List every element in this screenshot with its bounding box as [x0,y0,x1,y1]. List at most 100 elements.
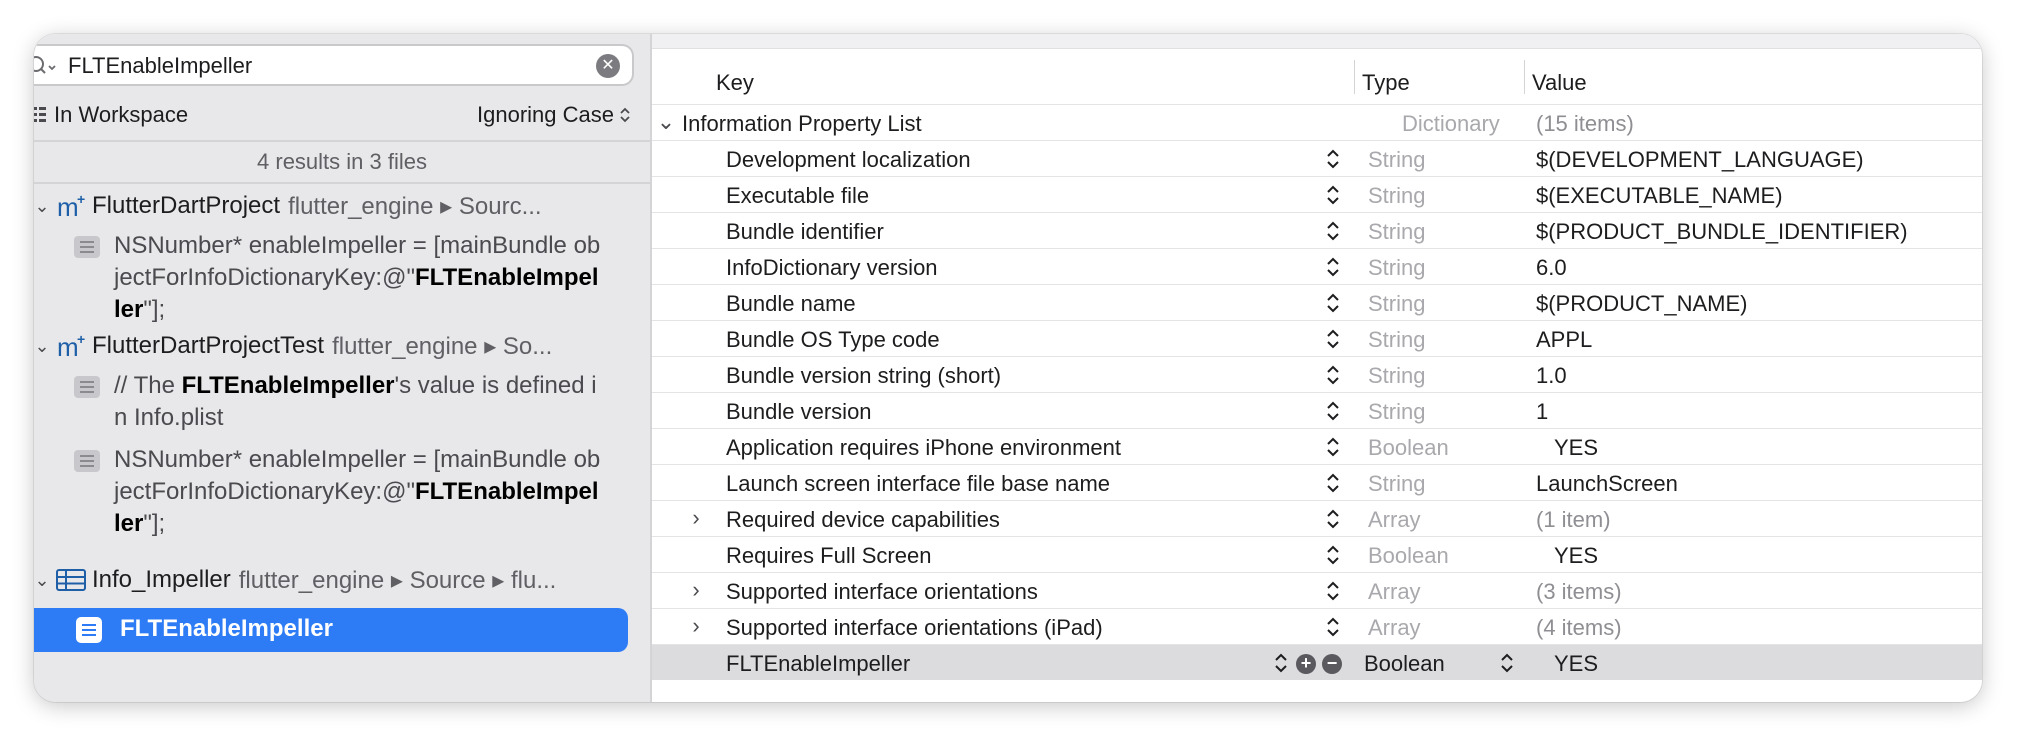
plist-row[interactable]: › Supported interface orientations (iPad… [652,608,1982,644]
updown-chevron-icon[interactable] [1326,578,1340,604]
disclosure-collapsed-icon[interactable]: › [686,577,706,603]
plist-value[interactable]: $(EXECUTABLE_NAME) [1536,183,1783,209]
results-summary: 4 results in 3 files [257,149,427,174]
plist-row[interactable]: Bundle version string (short) String 1.0 [652,356,1982,392]
plist-value[interactable]: 6.0 [1536,255,1567,281]
svg-text:+: + [77,332,85,347]
plist-type: String [1368,399,1426,424]
disclosure-expanded-icon[interactable]: ⌄ [656,109,676,135]
scope-selector[interactable]: In Workspace [34,102,188,128]
remove-row-icon[interactable]: − [1322,654,1342,674]
result-file-row[interactable]: ⌄ m + FlutterDartProject flutter_engine ▸… [34,188,640,224]
updown-chevron-icon [620,107,630,123]
svg-text:m: m [57,192,79,220]
plist-type: String [1368,219,1426,244]
search-options-icon[interactable] [34,53,58,79]
updown-chevron-icon[interactable] [1326,470,1340,496]
disclosure-expanded-icon[interactable]: ⌄ [34,336,50,357]
updown-chevron-icon[interactable] [1326,542,1340,568]
updown-chevron-icon[interactable] [1326,434,1340,460]
plist-value[interactable]: APPL [1536,327,1592,353]
plist-row[interactable]: › Required device capabilities Array (1 … [652,500,1982,536]
plist-key[interactable]: FLTEnableImpeller [726,651,910,677]
plist-row[interactable]: › Supported interface orientations Array… [652,572,1982,608]
search-scope-bar: In Workspace Ignoring Case [34,96,640,136]
plist-key: Application requires iPhone environment [726,435,1122,460]
search-input[interactable] [66,51,570,81]
updown-chevron-icon[interactable] [1326,614,1340,640]
plist-key: Launch screen interface file base name [726,471,1111,496]
selected-result-row[interactable]: FLTEnableImpeller [34,608,628,652]
column-header-type[interactable]: Type [1362,70,1410,96]
updown-chevron-icon[interactable] [1274,650,1288,676]
plist-value[interactable]: $(DEVELOPMENT_LANGUAGE) [1536,147,1864,173]
updown-chevron-icon[interactable] [1326,218,1340,244]
plist-row[interactable]: Bundle OS Type code String APPL [652,320,1982,356]
column-divider[interactable] [1354,60,1355,94]
disclosure-collapsed-icon[interactable]: › [686,613,706,639]
updown-chevron-icon[interactable] [1500,650,1514,676]
plist-row[interactable]: InfoDictionary version String 6.0 [652,248,1982,284]
plist-type: Array [1368,579,1421,604]
plist-row[interactable]: Launch screen interface file base name S… [652,464,1982,500]
plist-key: Bundle version string (short) [726,363,1002,388]
column-header-key[interactable]: Key [716,70,754,96]
plist-value[interactable]: 1 [1536,399,1548,425]
plist-type[interactable]: Boolean [1364,651,1445,677]
plist-row[interactable]: Bundle name String $(PRODUCT_NAME) [652,284,1982,320]
plist-header-row: Key Type Value [652,60,1982,104]
updown-chevron-icon[interactable] [1326,182,1340,208]
plist-value[interactable]: $(PRODUCT_BUNDLE_IDENTIFIER) [1536,219,1908,245]
result-match-row[interactable]: // The FLTEnableImpeller's value is defi… [74,370,640,434]
updown-chevron-icon[interactable] [1326,362,1340,388]
editor-top-strip [652,34,1982,49]
divider [34,182,650,184]
plist-type: String [1368,471,1426,496]
case-matching-selector[interactable]: Ignoring Case [477,102,630,128]
disclosure-expanded-icon[interactable]: ⌄ [34,196,50,217]
plist-type: Boolean [1368,543,1449,568]
plist-value[interactable]: LaunchScreen [1536,471,1678,497]
result-match-row[interactable]: NSNumber* enableImpeller = [mainBundle o… [74,230,640,326]
disclosure-expanded-icon[interactable]: ⌄ [34,570,50,591]
plist-row[interactable]: Bundle version String 1 [652,392,1982,428]
plist-key: Supported interface orientations (iPad) [726,615,1103,640]
plist-row[interactable]: Executable file String $(EXECUTABLE_NAME… [652,176,1982,212]
plist-row[interactable]: Development localization String $(DEVELO… [652,140,1982,176]
plist-key: Bundle identifier [726,219,884,244]
plist-value[interactable]: YES [1554,651,1598,677]
updown-chevron-icon[interactable] [1326,254,1340,280]
plist-row-selected[interactable]: FLTEnableImpeller + − Boolean YES [652,644,1982,680]
updown-chevron-icon[interactable] [1326,398,1340,424]
plist-row[interactable]: Bundle identifier String $(PRODUCT_BUNDL… [652,212,1982,248]
result-match-row[interactable]: NSNumber* enableImpeller = [mainBundle o… [74,444,640,540]
plist-value[interactable]: YES [1554,543,1598,569]
updown-chevron-icon[interactable] [1326,290,1340,316]
column-header-value[interactable]: Value [1532,70,1587,96]
result-file-row[interactable]: ⌄ Info_Impeller flutter_engine ▸ Source … [34,562,640,598]
result-file-row[interactable]: ⌄ m + FlutterDartProjectTest flutter_engi… [34,328,640,364]
plist-value[interactable]: YES [1554,435,1598,461]
add-row-icon[interactable]: + [1296,654,1316,674]
plist-root-row[interactable]: ⌄ Information Property List Dictionary (… [652,104,1982,140]
plist-type: String [1368,363,1426,388]
text-match-icon [74,450,100,472]
result-match-text: NSNumber* enableImpeller = [mainBundle o… [114,446,601,537]
plist-row[interactable]: Requires Full Screen Boolean YES [652,536,1982,572]
plist-value: (1 item) [1536,507,1611,532]
clear-search-icon[interactable]: ✕ [596,54,620,78]
plist-row[interactable]: Application requires iPhone environment … [652,428,1982,464]
plist-value[interactable]: $(PRODUCT_NAME) [1536,291,1747,317]
plist-key: InfoDictionary version [726,255,938,280]
plist-value[interactable]: 1.0 [1536,363,1567,389]
plist-type: String [1368,291,1426,316]
plist-value: (15 items) [1536,111,1634,136]
updown-chevron-icon[interactable] [1326,326,1340,352]
text-match-icon [74,236,100,258]
disclosure-collapsed-icon[interactable]: › [686,505,706,531]
updown-chevron-icon[interactable] [1326,506,1340,532]
column-divider[interactable] [1524,60,1525,94]
updown-chevron-icon[interactable] [1326,146,1340,172]
search-field[interactable]: ✕ [34,44,634,86]
result-file-path: flutter_engine ▸ Sourc... [288,192,542,220]
